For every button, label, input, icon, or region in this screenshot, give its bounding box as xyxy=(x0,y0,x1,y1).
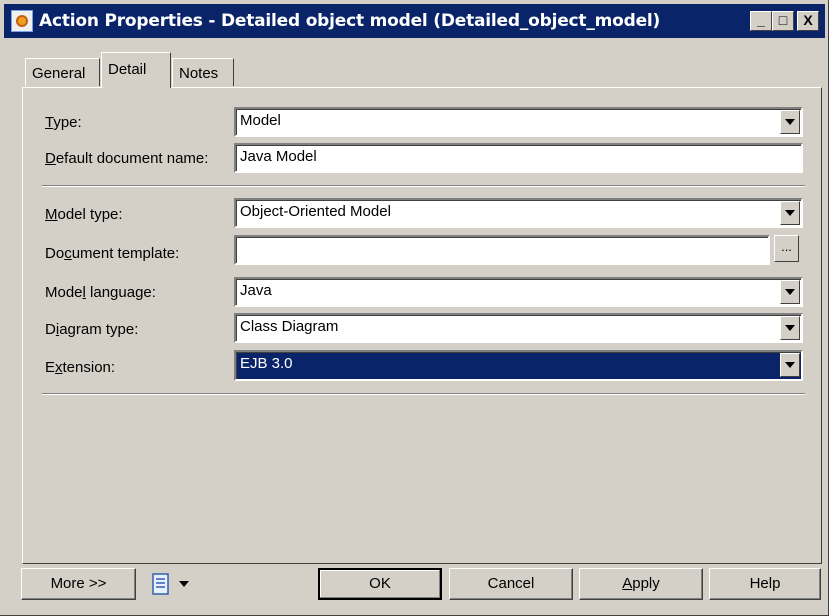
tab-detail-label: Detail xyxy=(108,61,147,78)
apply-button[interactable]: Apply xyxy=(579,568,703,600)
properties-dialog: Action Properties - Detailed object mode… xyxy=(0,0,829,616)
chevron-down-icon xyxy=(179,581,189,587)
title-bar[interactable]: Action Properties - Detailed object mode… xyxy=(4,4,825,38)
tab-notes[interactable]: Notes xyxy=(172,58,234,86)
window-title: Action Properties - Detailed object mode… xyxy=(39,11,661,31)
tab-general[interactable]: General xyxy=(25,58,100,86)
tab-panel-detail xyxy=(22,87,822,564)
print-menu-icon xyxy=(152,573,169,595)
close-button[interactable]: X xyxy=(797,11,819,31)
tab-notes-label: Notes xyxy=(179,65,219,82)
minimize-button[interactable]: _ xyxy=(750,11,772,31)
app-icon xyxy=(11,10,33,32)
maximize-button[interactable]: □ xyxy=(772,11,794,31)
print-menu-button[interactable] xyxy=(149,571,199,597)
tab-general-label: General xyxy=(32,65,86,82)
ok-button[interactable]: OK xyxy=(318,568,442,600)
help-button[interactable]: Help xyxy=(709,568,821,600)
cancel-button[interactable]: Cancel xyxy=(449,568,573,600)
more-button[interactable]: More >> xyxy=(21,568,136,600)
tab-detail[interactable]: Detail xyxy=(101,52,171,88)
